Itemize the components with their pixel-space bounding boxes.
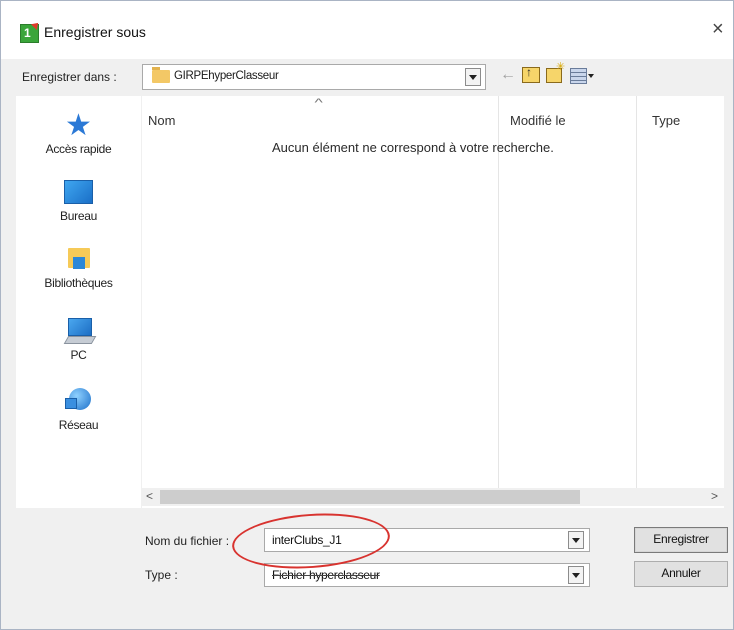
chevron-down-icon[interactable] — [568, 531, 584, 549]
place-label: PC — [70, 348, 87, 362]
up-folder-icon[interactable] — [522, 65, 540, 83]
cancel-button[interactable]: Annuler — [634, 561, 728, 587]
filename-label: Nom du fichier : — [145, 534, 230, 548]
empty-message: Aucun élément ne correspond à votre rech… — [272, 140, 554, 155]
libraries-icon — [67, 248, 90, 272]
chevron-down-icon[interactable] — [465, 68, 481, 86]
star-icon: ★ — [65, 109, 92, 142]
view-menu-icon[interactable] — [570, 68, 587, 84]
column-header-modified[interactable]: Modifié le — [510, 113, 566, 128]
back-icon[interactable]: ← — [500, 66, 516, 84]
place-libraries[interactable]: Bibliothèques — [16, 248, 141, 290]
place-desktop[interactable]: Bureau — [16, 180, 141, 223]
place-pc[interactable]: PC — [16, 318, 141, 362]
network-icon — [64, 386, 93, 414]
place-network[interactable]: Réseau — [16, 386, 141, 432]
place-quick-access[interactable]: ★ Accès rapide — [16, 109, 141, 157]
places-bar: ★ Accès rapide Bureau Bibliothèques PC R… — [16, 96, 141, 508]
type-label: Type : — [145, 568, 178, 582]
scrollbar-thumb[interactable] — [160, 490, 580, 504]
place-label: Accès rapide — [45, 142, 112, 156]
app-icon: 1 — [20, 20, 41, 43]
place-label: Bibliothèques — [44, 276, 113, 290]
chevron-down-icon[interactable] — [568, 566, 584, 584]
place-label: Bureau — [60, 209, 97, 223]
scroll-left-icon[interactable]: < — [146, 489, 153, 503]
type-value: Fichier hyperclasseur — [272, 568, 380, 582]
desktop-icon — [64, 180, 93, 204]
save-in-label: Enregistrer dans : — [22, 70, 117, 84]
column-separator[interactable] — [636, 96, 637, 488]
folder-icon — [152, 67, 170, 83]
place-label: Réseau — [58, 418, 99, 432]
column-header-name[interactable]: Nom — [148, 113, 175, 128]
close-icon[interactable]: × — [712, 18, 724, 41]
new-folder-icon[interactable] — [546, 60, 565, 83]
save-button[interactable]: Enregistrer — [634, 527, 728, 553]
computer-icon — [66, 318, 92, 344]
scroll-right-icon[interactable]: > — [711, 489, 718, 503]
view-menu-caret-icon[interactable] — [588, 74, 594, 78]
save-in-value: GIRPEhyperClasseur — [174, 70, 279, 82]
dialog-title: Enregistrer sous — [44, 24, 146, 40]
sort-indicator-icon: ^ — [314, 97, 323, 109]
column-header-type[interactable]: Type — [652, 113, 680, 128]
